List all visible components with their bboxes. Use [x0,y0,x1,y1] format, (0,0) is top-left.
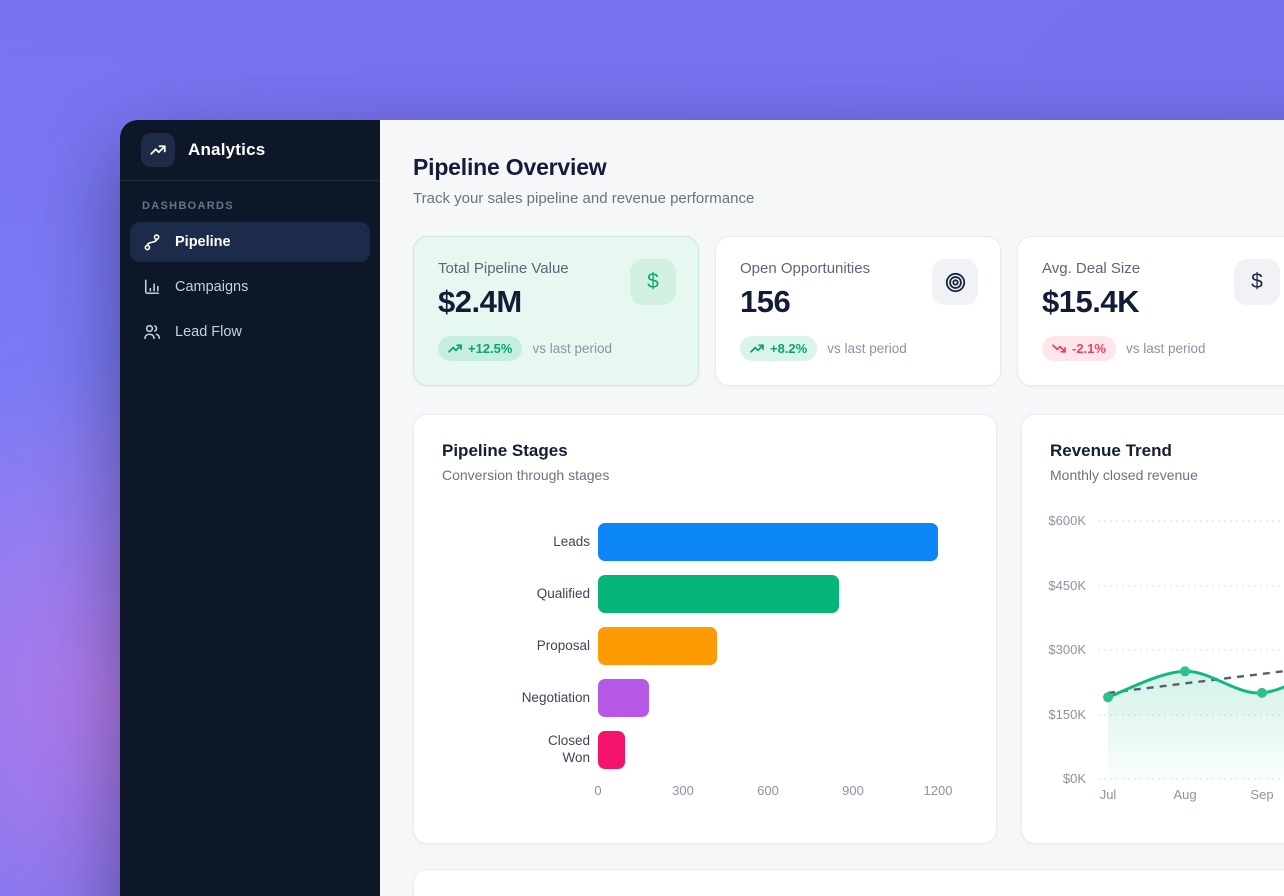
kpi-footer: +12.5% vs last period [438,336,674,361]
sidebar-item-lead-flow[interactable]: Lead Flow [130,312,370,352]
sidebar: Analytics DASHBOARDS Pipeline Campaigns … [120,120,380,896]
kpi-change-badge: +12.5% [438,336,522,361]
sidebar-nav: Pipeline Campaigns Lead Flow [130,222,370,352]
dollar-icon: $ [1234,259,1280,305]
sidebar-divider [120,180,380,181]
bar-track [598,575,968,613]
main-content: Pipeline Overview Track your sales pipel… [380,120,1284,896]
bar-x-axis: 03006009001200 [598,783,968,801]
bar-row: Negotiation [442,679,968,717]
kpi-compare-label: vs last period [827,341,907,356]
kpi-change-value: -2.1% [1072,341,1106,356]
bar-category-label: Negotiation [522,690,590,707]
bar-row: Proposal [442,627,968,665]
bar-negotiation[interactable] [598,679,649,717]
kpi-card-1: Open Opportunities 156 +8.2% vs last per… [715,236,1001,386]
bar-leads[interactable] [598,523,938,561]
data-point[interactable] [1103,692,1113,702]
bar-category-label: Leads [553,534,590,551]
users-icon [142,322,162,342]
x-axis-tick: 0 [594,783,601,798]
kpi-compare-label: vs last period [532,341,612,356]
data-point[interactable] [1257,688,1267,698]
page-subtitle: Track your sales pipeline and revenue pe… [413,190,1284,207]
app-window: Analytics DASHBOARDS Pipeline Campaigns … [120,120,1284,896]
bar-category-label: Closed Won [520,733,590,767]
trend-up-icon [750,343,765,354]
app-logo-row: Analytics [130,120,370,180]
bar-closed-won[interactable] [598,731,625,769]
kpi-change-value: +8.2% [770,341,807,356]
y-axis-tick: $0K [1046,771,1086,786]
trend-down-icon [1052,343,1067,354]
y-axis-tick: $150K [1046,707,1086,722]
target-icon [932,259,978,305]
kpi-grid: Total Pipeline Value $2.4M +12.5% vs las… [413,236,1284,386]
sidebar-item-label: Campaigns [175,279,248,295]
kpi-change-badge: +8.2% [740,336,817,361]
revenue-trend-line-chart: $0K$150K$300K$450K$600KJulAugSep [1022,415,1284,843]
bar-row: Leads [442,523,968,561]
bar-proposal[interactable] [598,627,717,665]
bar-row: Closed Won [442,731,968,769]
kpi-footer: +8.2% vs last period [740,336,976,361]
route-icon [142,232,162,252]
pipeline-stages-bar-chart: Leads Qualified Proposal Negotiation Clo… [442,523,968,801]
x-axis-tick: 900 [842,783,864,798]
y-axis-tick: $600K [1046,513,1086,528]
bar-track [598,731,968,769]
bar-chart-icon [142,277,162,297]
chart-subtitle: Conversion through stages [442,467,968,483]
bar-category-label: Qualified [537,586,590,603]
kpi-change-badge: -2.1% [1042,336,1116,361]
x-axis-tick: 1200 [924,783,953,798]
kpi-compare-label: vs last period [1126,341,1206,356]
trending-up-icon [141,133,175,167]
bar-track [598,679,968,717]
revenue-trend-plot [1092,511,1284,801]
kpi-card-2: Avg. Deal Size $15.4K -2.1% vs last peri… [1017,236,1284,386]
y-axis-tick: $450K [1046,578,1086,593]
area-fill [1108,658,1284,779]
kpi-footer: -2.1% vs last period [1042,336,1278,361]
pipeline-stages-card: Pipeline Stages Conversion through stage… [413,414,997,844]
sidebar-item-label: Pipeline [175,234,231,250]
desktop-background: Analytics DASHBOARDS Pipeline Campaigns … [0,0,1284,896]
kpi-card-0: Total Pipeline Value $2.4M +12.5% vs las… [413,236,699,386]
bar-track [598,523,968,561]
revenue-trend-card: Revenue Trend Monthly closed revenue $0K… [1021,414,1284,844]
x-axis-tick: 300 [672,783,694,798]
clipped-bottom-card [413,869,1284,896]
trend-up-icon [448,343,463,354]
dollar-icon: $ [630,259,676,305]
y-axis-tick: $300K [1046,642,1086,657]
sidebar-section-label: DASHBOARDS [142,200,370,212]
bar-row: Qualified [442,575,968,613]
bar-category-label: Proposal [537,638,590,655]
sidebar-item-pipeline[interactable]: Pipeline [130,222,370,262]
kpi-change-value: +12.5% [468,341,512,356]
data-point[interactable] [1180,666,1190,676]
chart-title: Pipeline Stages [442,441,968,461]
sidebar-item-label: Lead Flow [175,324,242,340]
sidebar-item-campaigns[interactable]: Campaigns [130,267,370,307]
bar-qualified[interactable] [598,575,839,613]
charts-row: Pipeline Stages Conversion through stage… [413,414,1284,844]
app-title: Analytics [188,140,265,160]
page-title: Pipeline Overview [413,154,1284,181]
x-axis-tick: 600 [757,783,779,798]
bar-track [598,627,968,665]
